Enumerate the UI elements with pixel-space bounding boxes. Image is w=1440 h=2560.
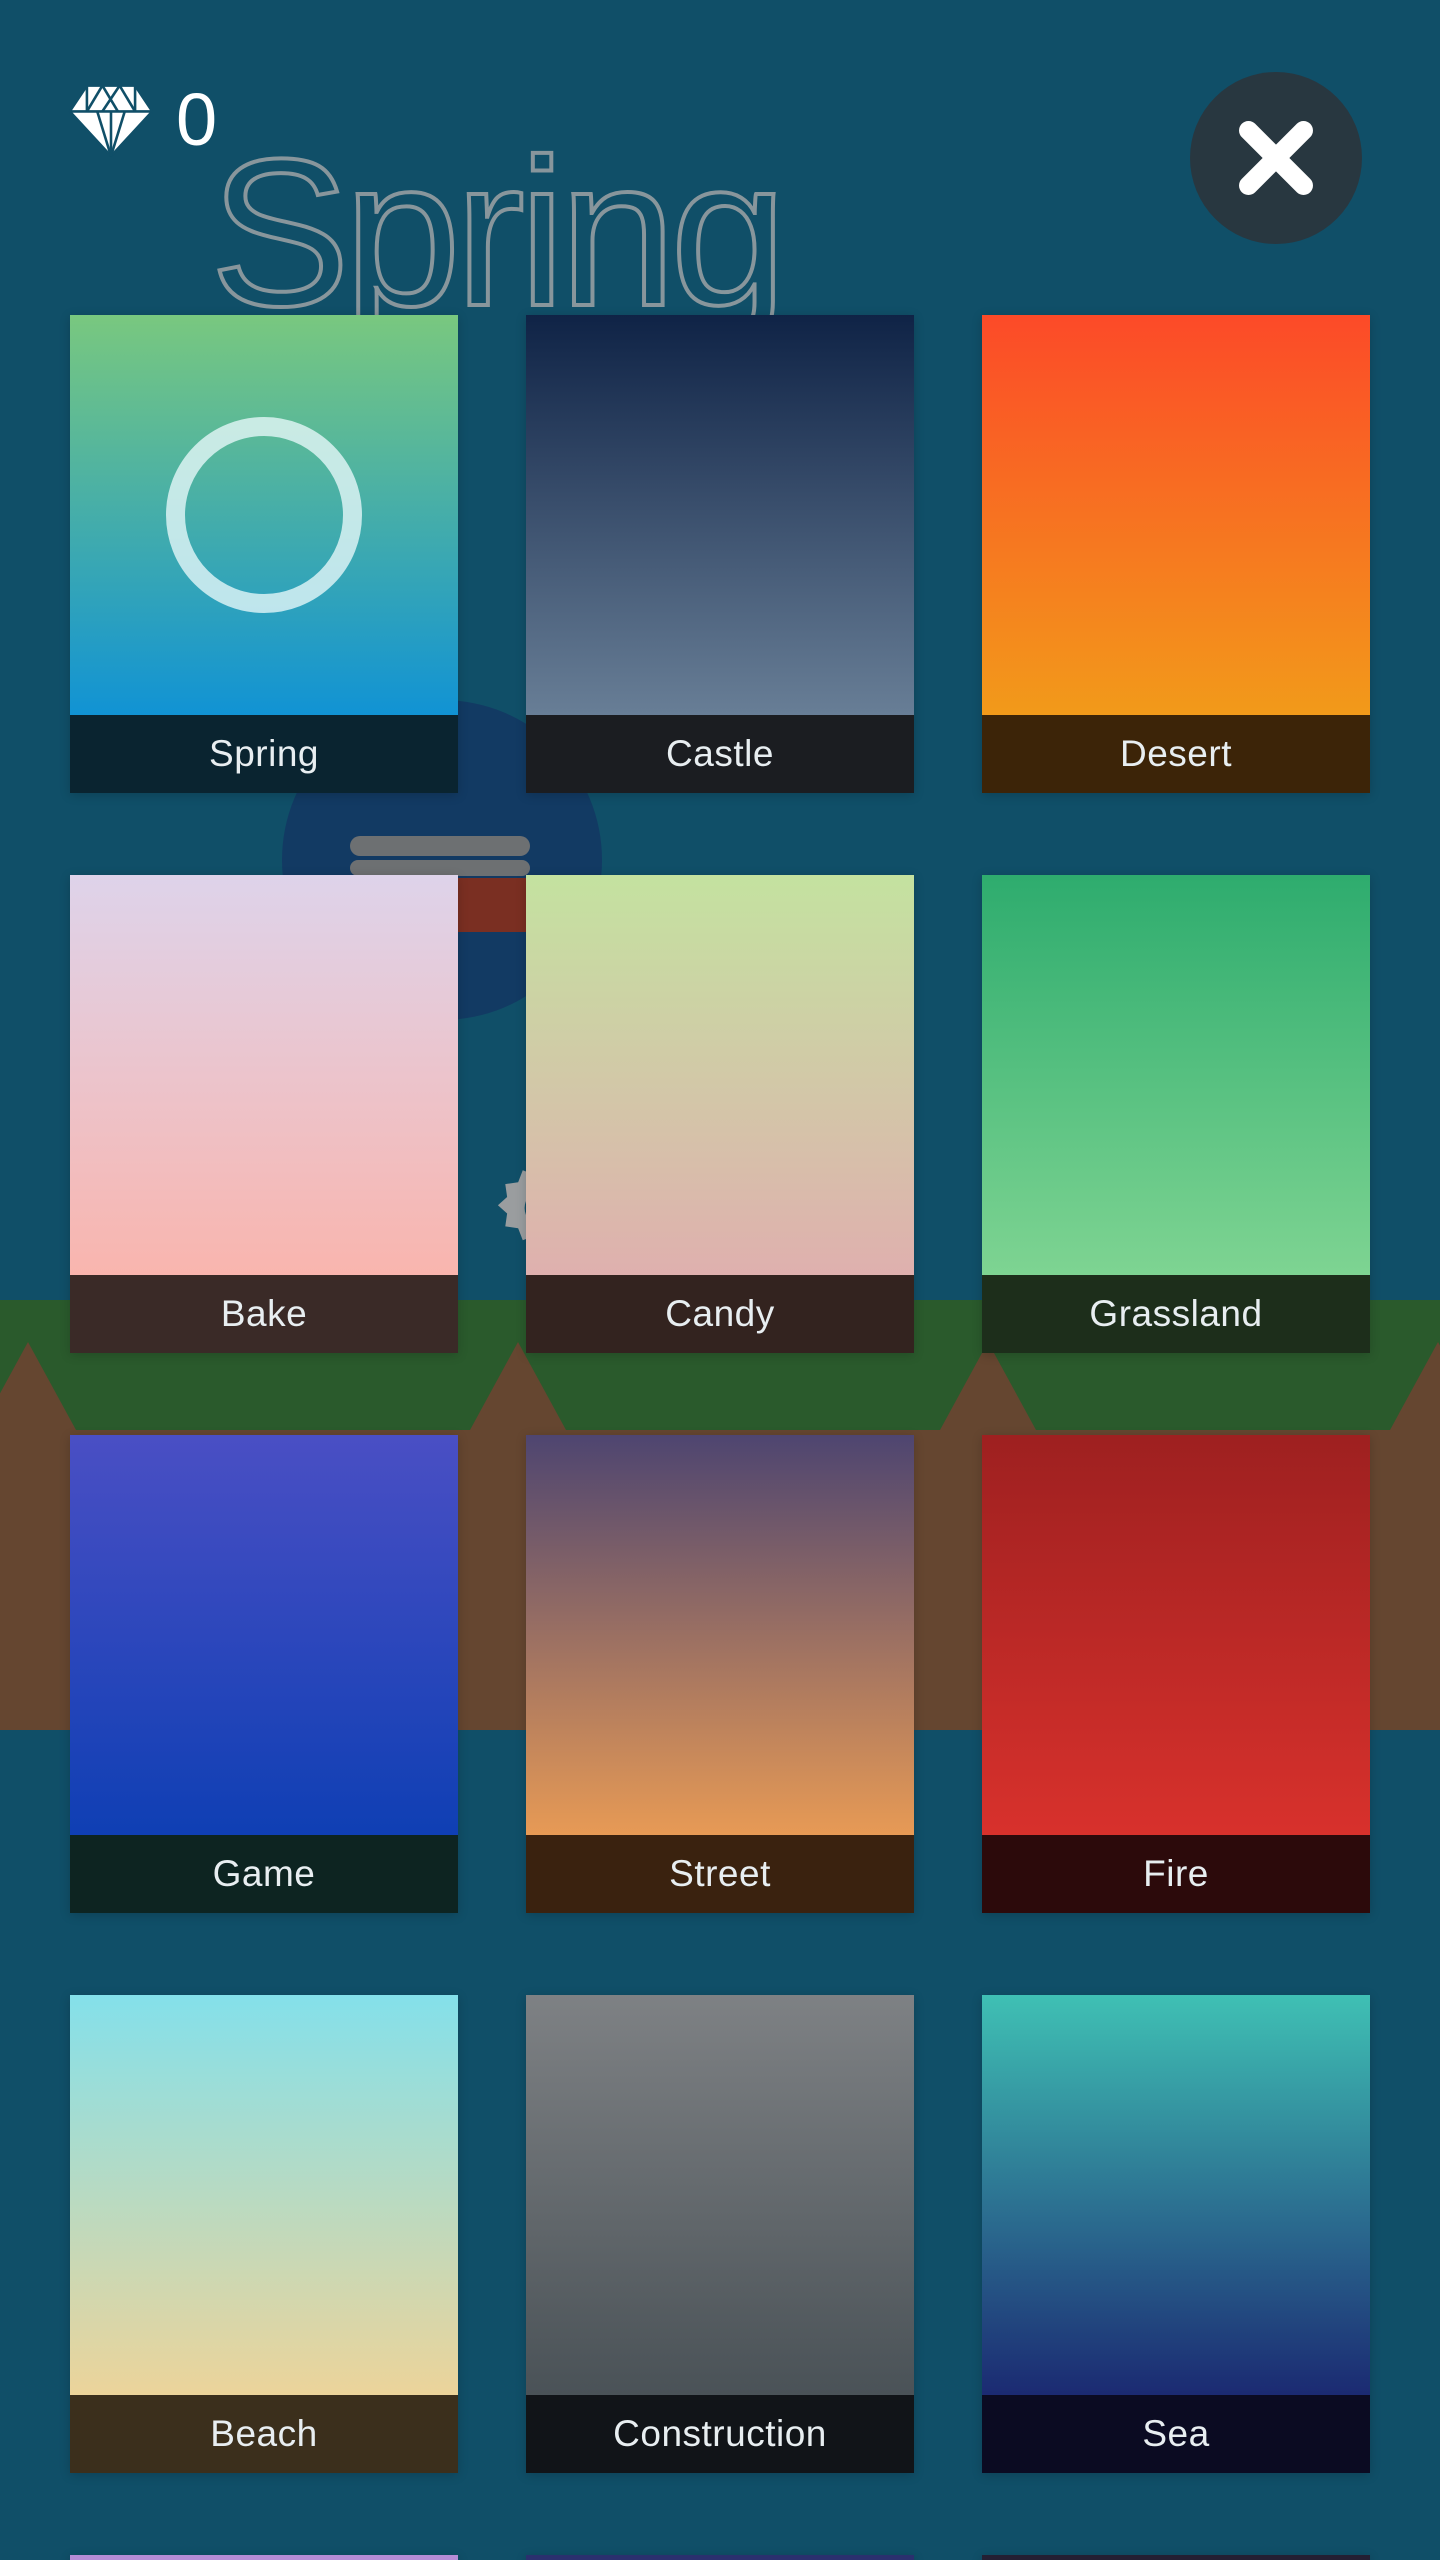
diamond-icon [68,84,154,158]
theme-selection-screen: Spring 0 Spring Castle Desert Bake Candy… [0,0,1440,2560]
theme-card-castle[interactable]: Castle [526,315,914,793]
theme-card-preview [70,1435,458,1835]
theme-card-label: Sea [982,2395,1370,2473]
theme-card-preview [70,1995,458,2395]
theme-card-street[interactable]: Street [526,1435,914,1913]
theme-card-label: Candy [526,1275,914,1353]
theme-card-sea[interactable]: Sea [982,1995,1370,2473]
theme-card-spring[interactable]: Spring [70,315,458,793]
theme-card[interactable] [70,2555,458,2560]
terrain-peak [1390,1342,1440,1430]
theme-card-construction[interactable]: Construction [526,1995,914,2473]
theme-card-preview [70,315,458,715]
theme-card-label: Construction [526,2395,914,2473]
theme-card-preview [982,315,1370,715]
theme-card-preview [526,2555,914,2560]
theme-card-preview [982,2555,1370,2560]
theme-card-label: Fire [982,1835,1370,1913]
gem-counter: 0 [68,82,217,158]
terrain-peak [0,1342,76,1430]
theme-card-label: Spring [70,715,458,793]
theme-card[interactable] [982,2555,1370,2560]
theme-card-grassland[interactable]: Grassland [982,875,1370,1353]
selected-indicator-ring [166,417,362,613]
gem-count-value: 0 [176,78,218,161]
theme-card-preview [70,2555,458,2560]
theme-card-label: Street [526,1835,914,1913]
theme-card-preview [526,315,914,715]
close-x-icon [1239,121,1313,195]
close-button[interactable] [1190,72,1362,244]
theme-card-preview [526,875,914,1275]
theme-card-preview [982,1995,1370,2395]
theme-card-preview [982,1435,1370,1835]
theme-card-label: Grassland [982,1275,1370,1353]
theme-card-label: Bake [70,1275,458,1353]
theme-card-beach[interactable]: Beach [70,1995,458,2473]
theme-card-label: Castle [526,715,914,793]
theme-card-preview [70,875,458,1275]
theme-card-label: Desert [982,715,1370,793]
theme-card-candy[interactable]: Candy [526,875,914,1353]
theme-card-grid: Spring Castle Desert Bake Candy Grassland Game… [70,315,1370,2560]
theme-card-game[interactable]: Game [70,1435,458,1913]
theme-card-desert[interactable]: Desert [982,315,1370,793]
theme-card-preview [526,1435,914,1835]
theme-card-label: Beach [70,2395,458,2473]
theme-card-preview [982,875,1370,1275]
theme-card-fire[interactable]: Fire [982,1435,1370,1913]
theme-card-bake[interactable]: Bake [70,875,458,1353]
theme-card-preview [526,1995,914,2395]
theme-card-label: Game [70,1835,458,1913]
screen-header: 0 [0,0,1440,260]
theme-card[interactable] [526,2555,914,2560]
